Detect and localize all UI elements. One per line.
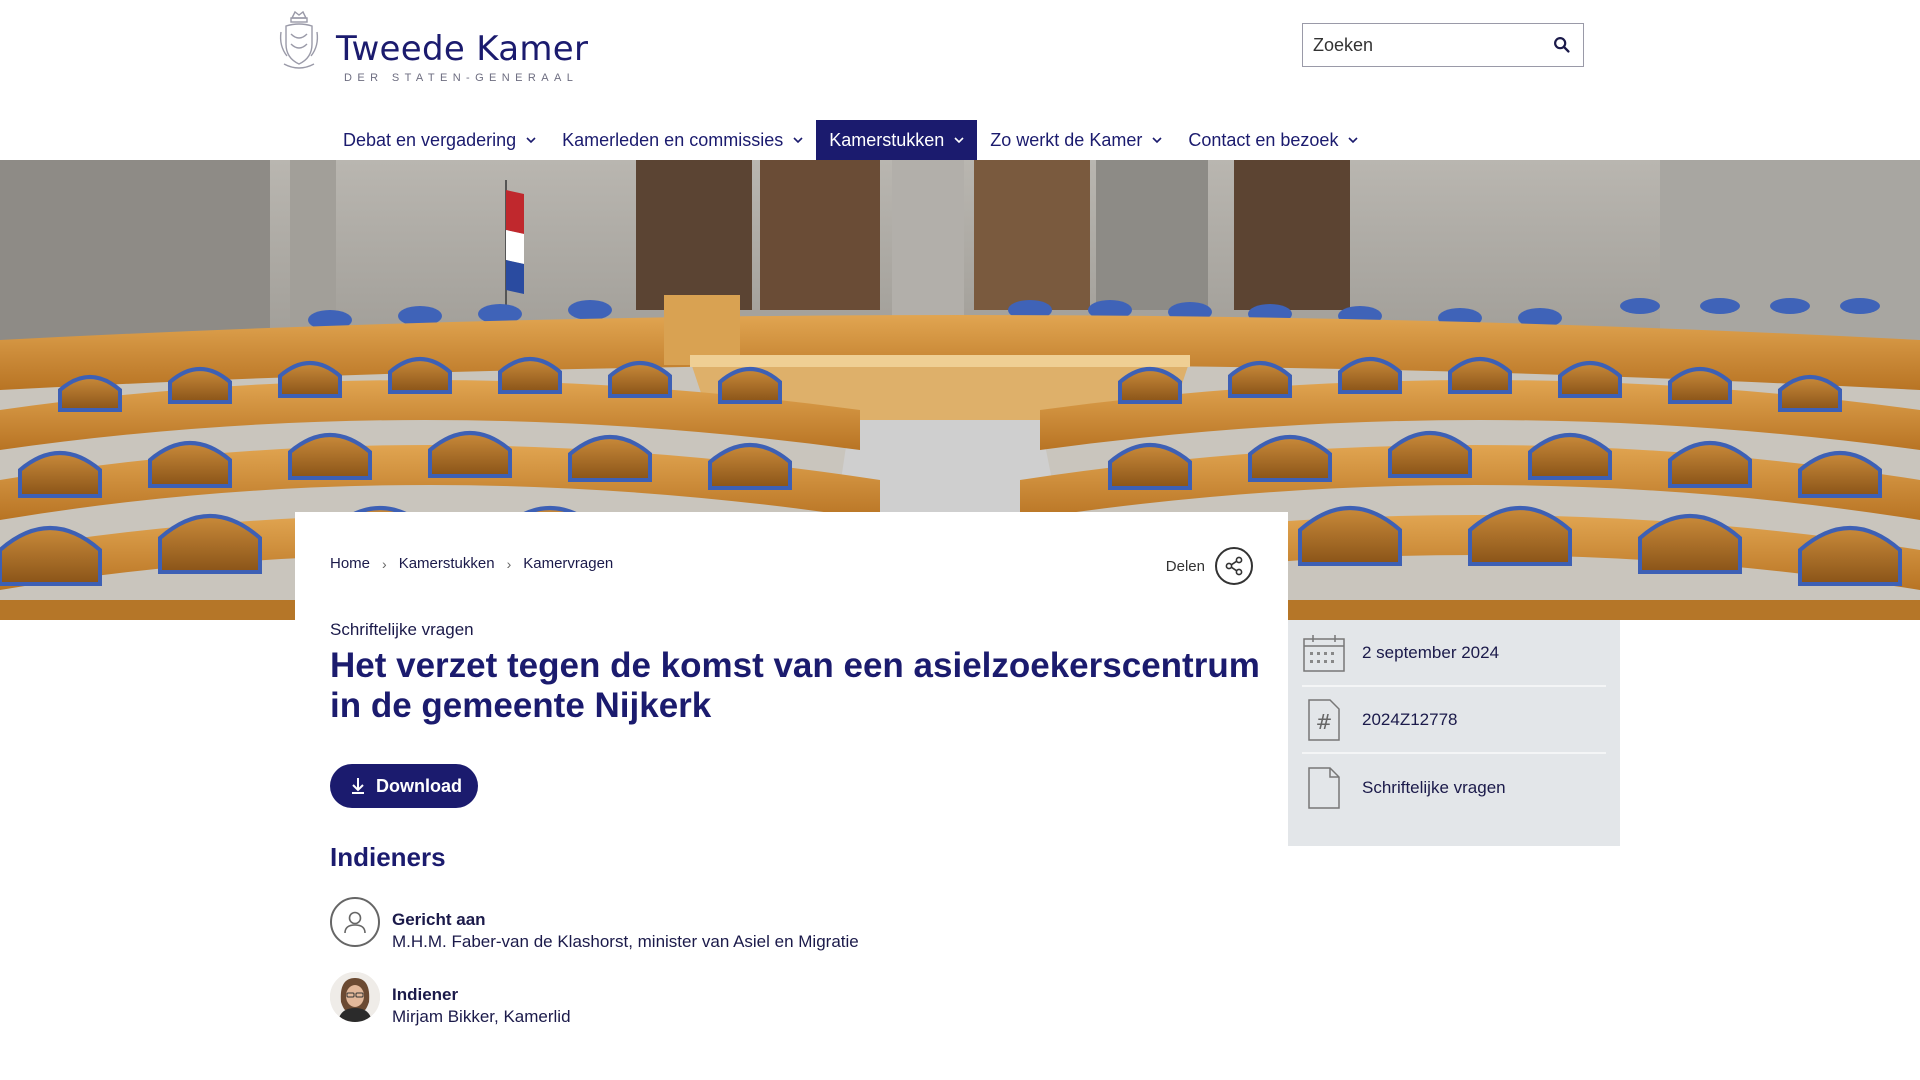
nav-label: Kamerstukken — [829, 129, 945, 150]
hash-document-icon: # — [1302, 698, 1346, 742]
main-nav: Debat en vergadering Kamerleden en commi… — [330, 120, 1371, 160]
document-meta-panel: 2 september 2024 # 2024Z12778 Schrifteli… — [1288, 620, 1620, 846]
download-button[interactable]: Download — [330, 764, 478, 808]
download-label: Download — [376, 775, 462, 796]
meta-date-value: 2 september 2024 — [1362, 642, 1500, 662]
person-role: Gericht aan — [392, 910, 486, 929]
nav-kamerleden-en-commissies[interactable]: Kamerleden en commissies — [549, 120, 816, 160]
svg-text:#: # — [1316, 710, 1333, 734]
nav-label: Zo werkt de Kamer — [990, 129, 1143, 150]
indieners-heading: Indieners — [330, 842, 446, 872]
document-type: Schriftelijke vragen — [330, 620, 474, 639]
chevron-down-icon — [1348, 137, 1359, 144]
person-role: Indiener — [392, 985, 459, 1004]
document-card: Home › Kamerstukken › Kamervragen Delen … — [295, 512, 1288, 1080]
person-gericht-aan: Gericht aan M.H.M. Faber-van de Klashors… — [330, 897, 859, 953]
nav-zo-werkt-de-kamer[interactable]: Zo werkt de Kamer — [977, 120, 1175, 160]
meta-number: # 2024Z12778 — [1302, 687, 1606, 754]
download-icon — [352, 778, 364, 794]
share-button[interactable]: Delen — [1166, 547, 1253, 585]
breadcrumb-kamervragen[interactable]: Kamervragen — [523, 555, 613, 572]
breadcrumb-home[interactable]: Home — [330, 555, 370, 572]
meta-kind-value: Schriftelijke vragen — [1362, 777, 1506, 797]
nav-kamerstukken[interactable]: Kamerstukken — [816, 120, 978, 160]
meta-kind: Schriftelijke vragen — [1302, 754, 1606, 821]
logo-title: Tweede Kamer — [336, 29, 589, 69]
meta-number-value: 2024Z12778 — [1362, 709, 1458, 729]
search-icon[interactable] — [1551, 34, 1573, 56]
person-name[interactable]: M.H.M. Faber-van de Klashorst, minister … — [392, 931, 859, 953]
chevron-down-icon — [1152, 137, 1162, 144]
search-box — [1302, 23, 1584, 67]
document-icon — [1302, 766, 1346, 810]
nav-label: Contact en bezoek — [1188, 129, 1339, 150]
search-input[interactable] — [1313, 34, 1551, 56]
calendar-icon — [1302, 631, 1346, 675]
chevron-down-icon — [793, 137, 803, 144]
nav-label: Kamerleden en commissies — [562, 129, 784, 150]
page-title: Het verzet tegen de komst van een asielz… — [330, 646, 1260, 725]
chevron-down-icon — [526, 137, 536, 144]
person-outline-icon — [330, 897, 380, 947]
royal-crest-icon — [279, 10, 319, 69]
person-indiener: Indiener Mirjam Bikker, Kamerlid — [330, 972, 571, 1028]
chevron-down-icon — [954, 137, 964, 144]
share-icon — [1215, 547, 1253, 585]
site-header: Tweede Kamer DER STATEN-GENERAAL Debat e… — [0, 0, 1920, 160]
breadcrumb-kamerstukken[interactable]: Kamerstukken — [399, 555, 495, 572]
nav-contact-en-bezoek[interactable]: Contact en bezoek — [1175, 120, 1371, 160]
person-name[interactable]: Mirjam Bikker, Kamerlid — [392, 1006, 571, 1028]
meta-date: 2 september 2024 — [1302, 620, 1606, 687]
logo-subtitle: DER STATEN-GENERAAL — [344, 72, 579, 84]
avatar — [330, 972, 380, 1022]
share-label: Delen — [1165, 557, 1205, 575]
chevron-right-icon: › — [382, 555, 387, 572]
chevron-right-icon: › — [506, 555, 512, 572]
nav-label: Debat en vergadering — [343, 129, 517, 150]
logo[interactable]: Tweede Kamer DER STATEN-GENERAAL — [278, 6, 588, 84]
breadcrumb: Home › Kamerstukken › Kamervragen — [330, 555, 613, 572]
nav-debat-en-vergadering[interactable]: Debat en vergadering — [330, 120, 549, 160]
